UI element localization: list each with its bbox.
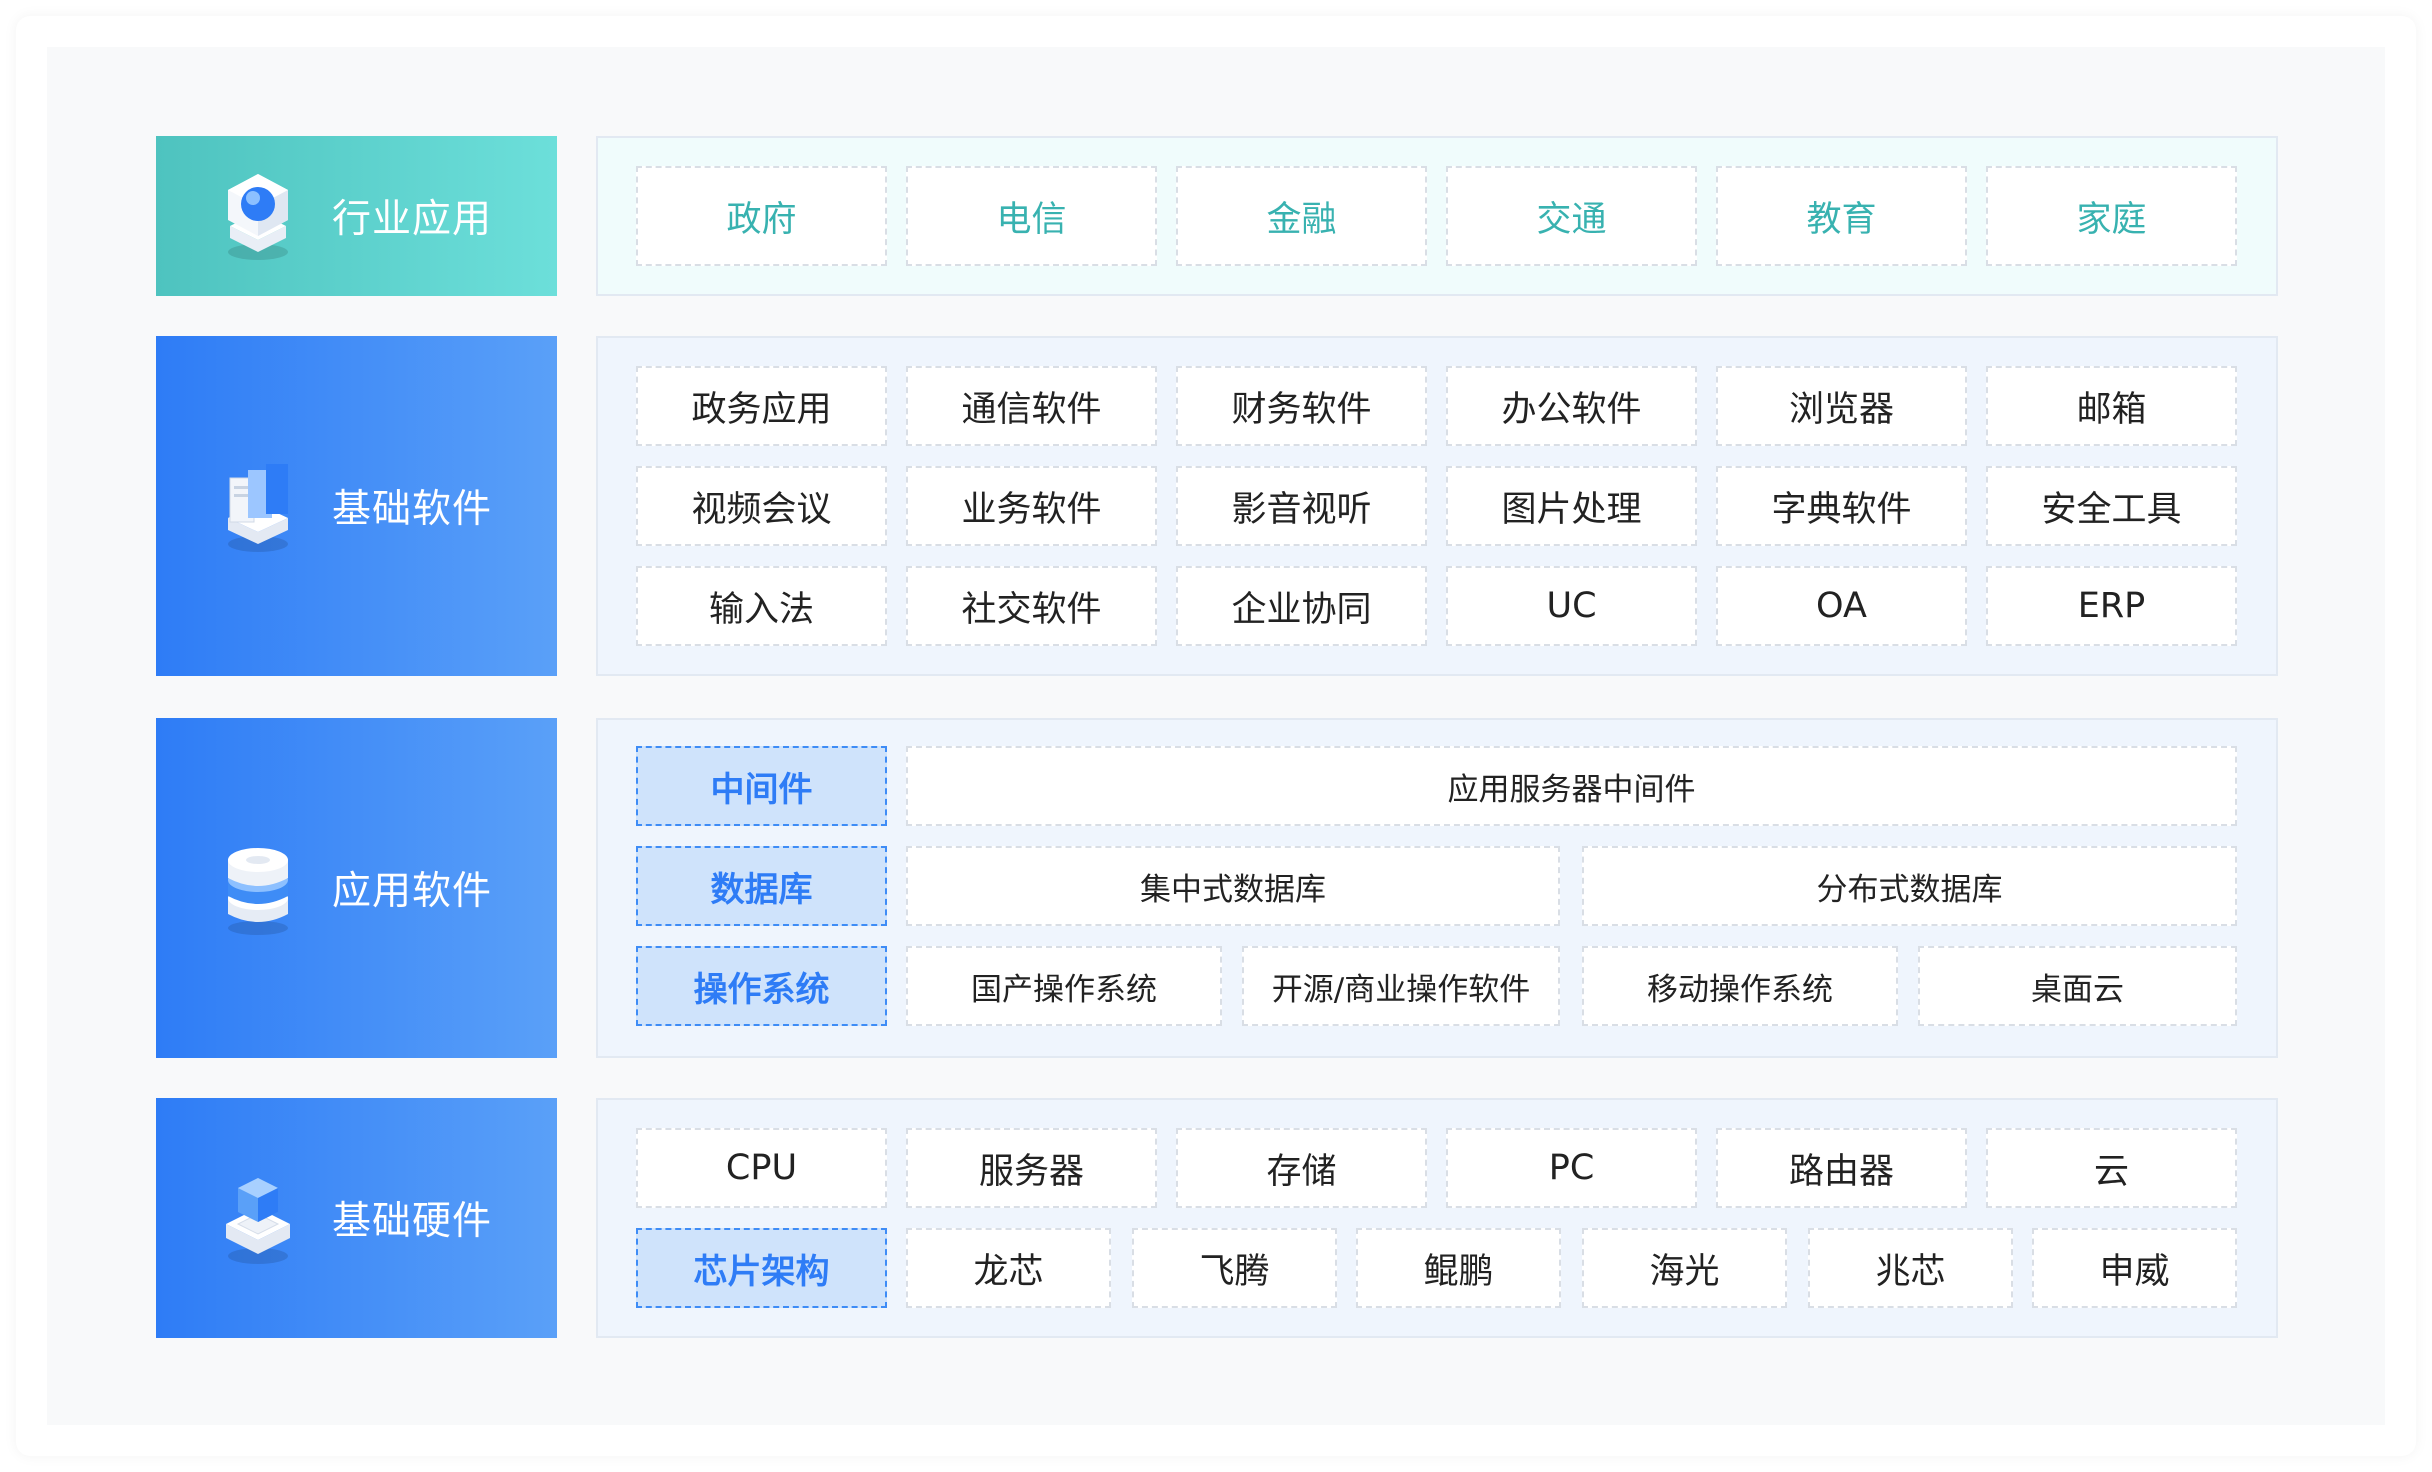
software-item: 社交软件 [906,566,1157,646]
middleware-item: 应用服务器中间件 [906,746,2237,826]
software-item: 视频会议 [636,466,887,546]
software-item: 图片处理 [1446,466,1697,546]
hardware-item: 服务器 [906,1128,1157,1208]
layer-title: 基础硬件 [332,1199,493,1244]
chip-item: 兆芯 [1808,1228,2013,1308]
layer-title: 行业应用 [332,197,493,242]
software-item: 字典软件 [1716,466,1967,546]
software-item: 通信软件 [906,366,1157,446]
layer-label-industry: 行业应用 [156,136,557,296]
software-item: 办公软件 [1446,366,1697,446]
chip-item: 龙芯 [906,1228,1111,1308]
industry-item-finance: 金融 [1176,166,1427,266]
software-item: 企业协同 [1176,566,1427,646]
layer-label-base-software: 基础软件 [156,336,557,676]
software-item: 邮箱 [1986,366,2237,446]
category-database: 数据库 [636,846,887,926]
hardware-item: PC [1446,1128,1697,1208]
chip-item: 海光 [1582,1228,1787,1308]
layer-label-base-hardware: 基础硬件 [156,1098,557,1338]
hardware-item: 路由器 [1716,1128,1967,1208]
chip-item: 申威 [2032,1228,2237,1308]
software-item: 影音视听 [1176,466,1427,546]
software-item: UC [1446,566,1697,646]
industry-item-transport: 交通 [1446,166,1697,266]
software-item: ERP [1986,566,2237,646]
software-item: 政务应用 [636,366,887,446]
database-item: 分布式数据库 [1582,846,2237,926]
layer-label-app-software: 应用软件 [156,718,557,1058]
app-cylinder-icon [228,848,288,935]
hardware-item: 云 [1986,1128,2237,1208]
hardware-item: CPU [636,1128,887,1208]
layer-title: 基础软件 [332,487,493,532]
chip-item: 飞腾 [1132,1228,1337,1308]
software-item: 安全工具 [1986,466,2237,546]
hardware-item: 存储 [1176,1128,1427,1208]
industry-item-home: 家庭 [1986,166,2237,266]
database-item: 集中式数据库 [906,846,1560,926]
industry-item-education: 教育 [1716,166,1967,266]
industry-item-gov: 政府 [636,166,887,266]
os-item: 移动操作系统 [1582,946,1898,1026]
software-item: 输入法 [636,566,887,646]
software-item: OA [1716,566,1967,646]
software-item: 浏览器 [1716,366,1967,446]
category-os: 操作系统 [636,946,887,1026]
os-item: 国产操作系统 [906,946,1222,1026]
chip-item: 鲲鹏 [1356,1228,1561,1308]
industry-cube-icon [228,174,288,260]
layer-title: 应用软件 [332,869,493,914]
category-middleware: 中间件 [636,746,887,826]
hardware-cube-icon [226,1178,290,1264]
industry-item-telecom: 电信 [906,166,1157,266]
os-item: 开源/商业操作软件 [1242,946,1560,1026]
software-item: 财务软件 [1176,366,1427,446]
category-chip: 芯片架构 [636,1228,887,1308]
software-item: 业务软件 [906,466,1157,546]
os-item: 桌面云 [1918,946,2237,1026]
software-cards-icon [228,464,288,552]
